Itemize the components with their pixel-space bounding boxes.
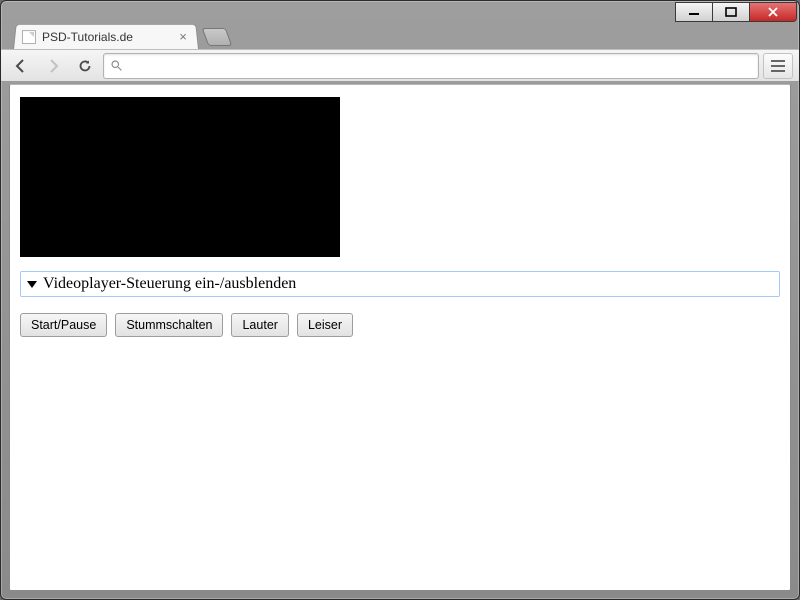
- minimize-icon: [688, 7, 700, 17]
- triangle-down-icon: [27, 281, 37, 288]
- search-icon: [110, 59, 123, 72]
- arrow-right-icon: [45, 58, 61, 74]
- page-favicon-icon: [22, 30, 36, 44]
- forward-button[interactable]: [39, 53, 67, 79]
- reload-button[interactable]: [71, 53, 99, 79]
- window-frame: PSD-Tutorials.de ×: [0, 0, 800, 600]
- tab-strip: PSD-Tutorials.de ×: [1, 23, 799, 49]
- new-tab-button[interactable]: [202, 28, 233, 46]
- address-bar[interactable]: [103, 53, 759, 79]
- browser-menu-button[interactable]: [763, 53, 793, 79]
- video-player[interactable]: [20, 97, 340, 257]
- mute-button[interactable]: Stummschalten: [115, 313, 223, 337]
- close-icon: [767, 7, 779, 17]
- player-button-row: Start/Pause Stummschalten Lauter Leiser: [20, 313, 780, 337]
- page-body: Videoplayer-Steuerung ein-/ausblenden St…: [10, 85, 790, 349]
- maximize-icon: [725, 7, 737, 17]
- player-controls-summary[interactable]: Videoplayer-Steuerung ein-/ausblenden: [21, 272, 779, 296]
- window-maximize-button[interactable]: [712, 2, 750, 22]
- reload-icon: [77, 58, 93, 74]
- arrow-left-icon: [13, 58, 29, 74]
- url-input[interactable]: [129, 57, 752, 74]
- volume-up-button[interactable]: Lauter: [231, 313, 288, 337]
- tab-title: PSD-Tutorials.de: [42, 30, 170, 44]
- hamburger-icon: [771, 65, 785, 67]
- back-button[interactable]: [7, 53, 35, 79]
- page-viewport[interactable]: Videoplayer-Steuerung ein-/ausblenden St…: [9, 84, 791, 591]
- tab-close-button[interactable]: ×: [176, 30, 190, 43]
- browser-toolbar: [1, 49, 799, 82]
- play-pause-button[interactable]: Start/Pause: [20, 313, 107, 337]
- player-controls-summary-text: Videoplayer-Steuerung ein-/ausblenden: [43, 275, 296, 293]
- volume-down-button[interactable]: Leiser: [297, 313, 353, 337]
- window-close-button[interactable]: [749, 2, 797, 22]
- browser-tab[interactable]: PSD-Tutorials.de ×: [13, 24, 199, 49]
- titlebar: [1, 1, 799, 25]
- window-minimize-button[interactable]: [675, 2, 713, 22]
- player-controls-details[interactable]: Videoplayer-Steuerung ein-/ausblenden: [20, 271, 780, 297]
